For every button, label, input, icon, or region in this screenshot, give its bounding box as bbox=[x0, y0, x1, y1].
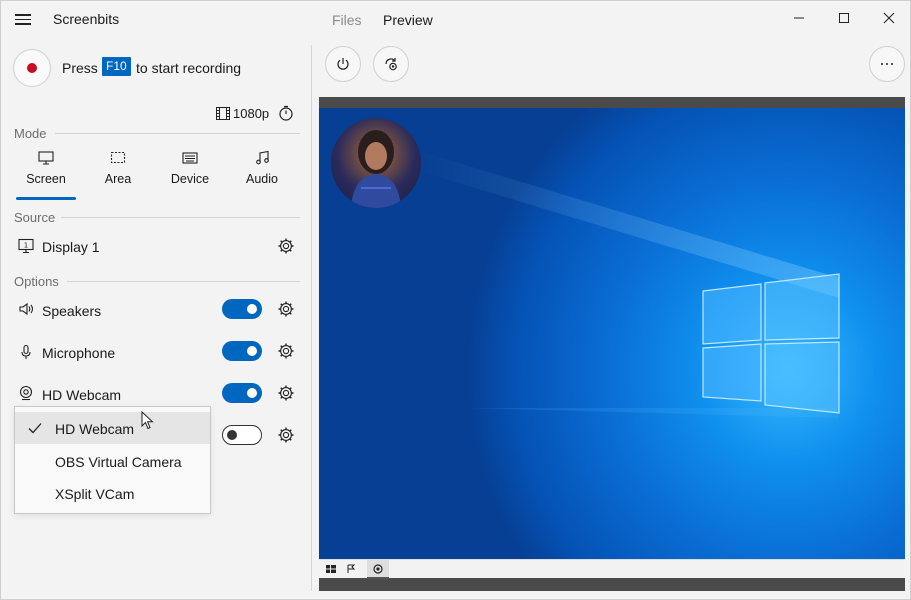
more-icon bbox=[881, 63, 893, 65]
tab-preview[interactable]: Preview bbox=[383, 12, 433, 28]
maximize-button[interactable] bbox=[821, 1, 867, 35]
screenbits-taskbar-icon bbox=[373, 564, 383, 574]
gear-icon[interactable] bbox=[277, 300, 295, 318]
gear-icon[interactable] bbox=[277, 426, 295, 444]
tab-files[interactable]: Files bbox=[332, 12, 362, 28]
mode-label: Audio bbox=[246, 172, 278, 186]
mode-label: Area bbox=[104, 172, 132, 186]
close-icon bbox=[883, 12, 895, 24]
source-display-label[interactable]: Display 1 bbox=[42, 239, 100, 255]
mode-label: Device bbox=[170, 172, 210, 186]
webcam-icon bbox=[19, 385, 33, 401]
windows-start-icon bbox=[326, 565, 336, 573]
gear-icon[interactable] bbox=[277, 237, 295, 255]
record-button[interactable] bbox=[13, 49, 51, 87]
microphone-icon bbox=[21, 344, 31, 359]
dropdown-option-label: XSplit VCam bbox=[55, 486, 135, 502]
speakers-toggle[interactable] bbox=[222, 299, 262, 319]
press-label: Press bbox=[62, 60, 98, 76]
record-icon bbox=[27, 63, 37, 73]
option-label: Speakers bbox=[42, 303, 102, 319]
camera-overlay-button[interactable] bbox=[373, 46, 409, 82]
speaker-icon bbox=[19, 302, 34, 316]
display-icon: 1 bbox=[18, 238, 34, 254]
film-icon bbox=[216, 107, 230, 120]
mode-screen[interactable]: Screen bbox=[14, 150, 78, 200]
section-divider bbox=[61, 217, 300, 218]
resolution-label[interactable]: 1080p bbox=[233, 106, 269, 121]
app-window: Screenbits Files Preview Press F10 to st… bbox=[0, 0, 911, 600]
mode-section-label: Mode bbox=[14, 126, 47, 141]
webcam-toggle[interactable] bbox=[222, 383, 262, 403]
desktop-taskbar bbox=[319, 559, 905, 579]
dropdown-option-label: HD Webcam bbox=[55, 421, 135, 437]
area-select-icon bbox=[110, 151, 126, 164]
start-recording-label: to start recording bbox=[136, 60, 242, 76]
source-section-label: Source bbox=[14, 210, 56, 225]
pane-divider bbox=[311, 45, 312, 591]
mode-device[interactable]: Device bbox=[158, 150, 222, 194]
option-toggle[interactable] bbox=[222, 425, 262, 445]
device-icon bbox=[182, 152, 198, 164]
option-label: HD Webcam bbox=[42, 387, 122, 403]
hamburger-menu-icon[interactable] bbox=[15, 11, 35, 27]
option-label: Microphone bbox=[42, 345, 116, 361]
hotkey-badge: F10 bbox=[102, 57, 131, 76]
webcam-dropdown: HD Webcam OBS Virtual Camera XSplit VCam bbox=[14, 406, 211, 514]
mouse-cursor-icon bbox=[141, 411, 154, 430]
settings-pane: Press F10 to start recording 1080p Mode … bbox=[1, 37, 311, 599]
gear-icon[interactable] bbox=[277, 342, 295, 360]
microphone-toggle[interactable] bbox=[222, 341, 262, 361]
taskview-icon bbox=[347, 564, 356, 573]
checkmark-icon bbox=[28, 423, 42, 434]
webcam-overlay-bubble[interactable] bbox=[331, 118, 421, 208]
timer-icon[interactable] bbox=[278, 105, 294, 121]
maximize-icon bbox=[839, 13, 849, 23]
dropdown-option-xsplit-vcam[interactable]: XSplit VCam bbox=[15, 477, 210, 509]
person-avatar-icon bbox=[351, 130, 401, 208]
close-button[interactable] bbox=[866, 1, 911, 35]
mode-label: Screen bbox=[26, 172, 66, 186]
svg-text:1: 1 bbox=[24, 242, 28, 250]
mode-audio[interactable]: Audio bbox=[230, 150, 294, 194]
minimize-button[interactable] bbox=[776, 1, 822, 35]
power-icon bbox=[337, 58, 349, 70]
monitor-icon bbox=[38, 151, 54, 165]
section-divider bbox=[67, 281, 300, 282]
more-options-button[interactable] bbox=[869, 46, 905, 82]
options-section-label: Options bbox=[14, 274, 59, 289]
mode-area[interactable]: Area bbox=[86, 150, 150, 194]
gear-icon[interactable] bbox=[277, 384, 295, 402]
section-divider bbox=[55, 133, 300, 134]
dropdown-option-label: OBS Virtual Camera bbox=[55, 454, 182, 470]
minimize-icon bbox=[794, 17, 804, 19]
app-title: Screenbits bbox=[53, 11, 120, 27]
dropdown-option-hd-webcam[interactable]: HD Webcam bbox=[15, 412, 210, 444]
title-bar: Screenbits Files Preview bbox=[1, 1, 910, 37]
camera-refresh-icon bbox=[385, 58, 397, 71]
power-button[interactable] bbox=[325, 46, 361, 82]
music-note-icon bbox=[256, 150, 269, 165]
dropdown-option-obs-virtual-camera[interactable]: OBS Virtual Camera bbox=[15, 445, 210, 477]
